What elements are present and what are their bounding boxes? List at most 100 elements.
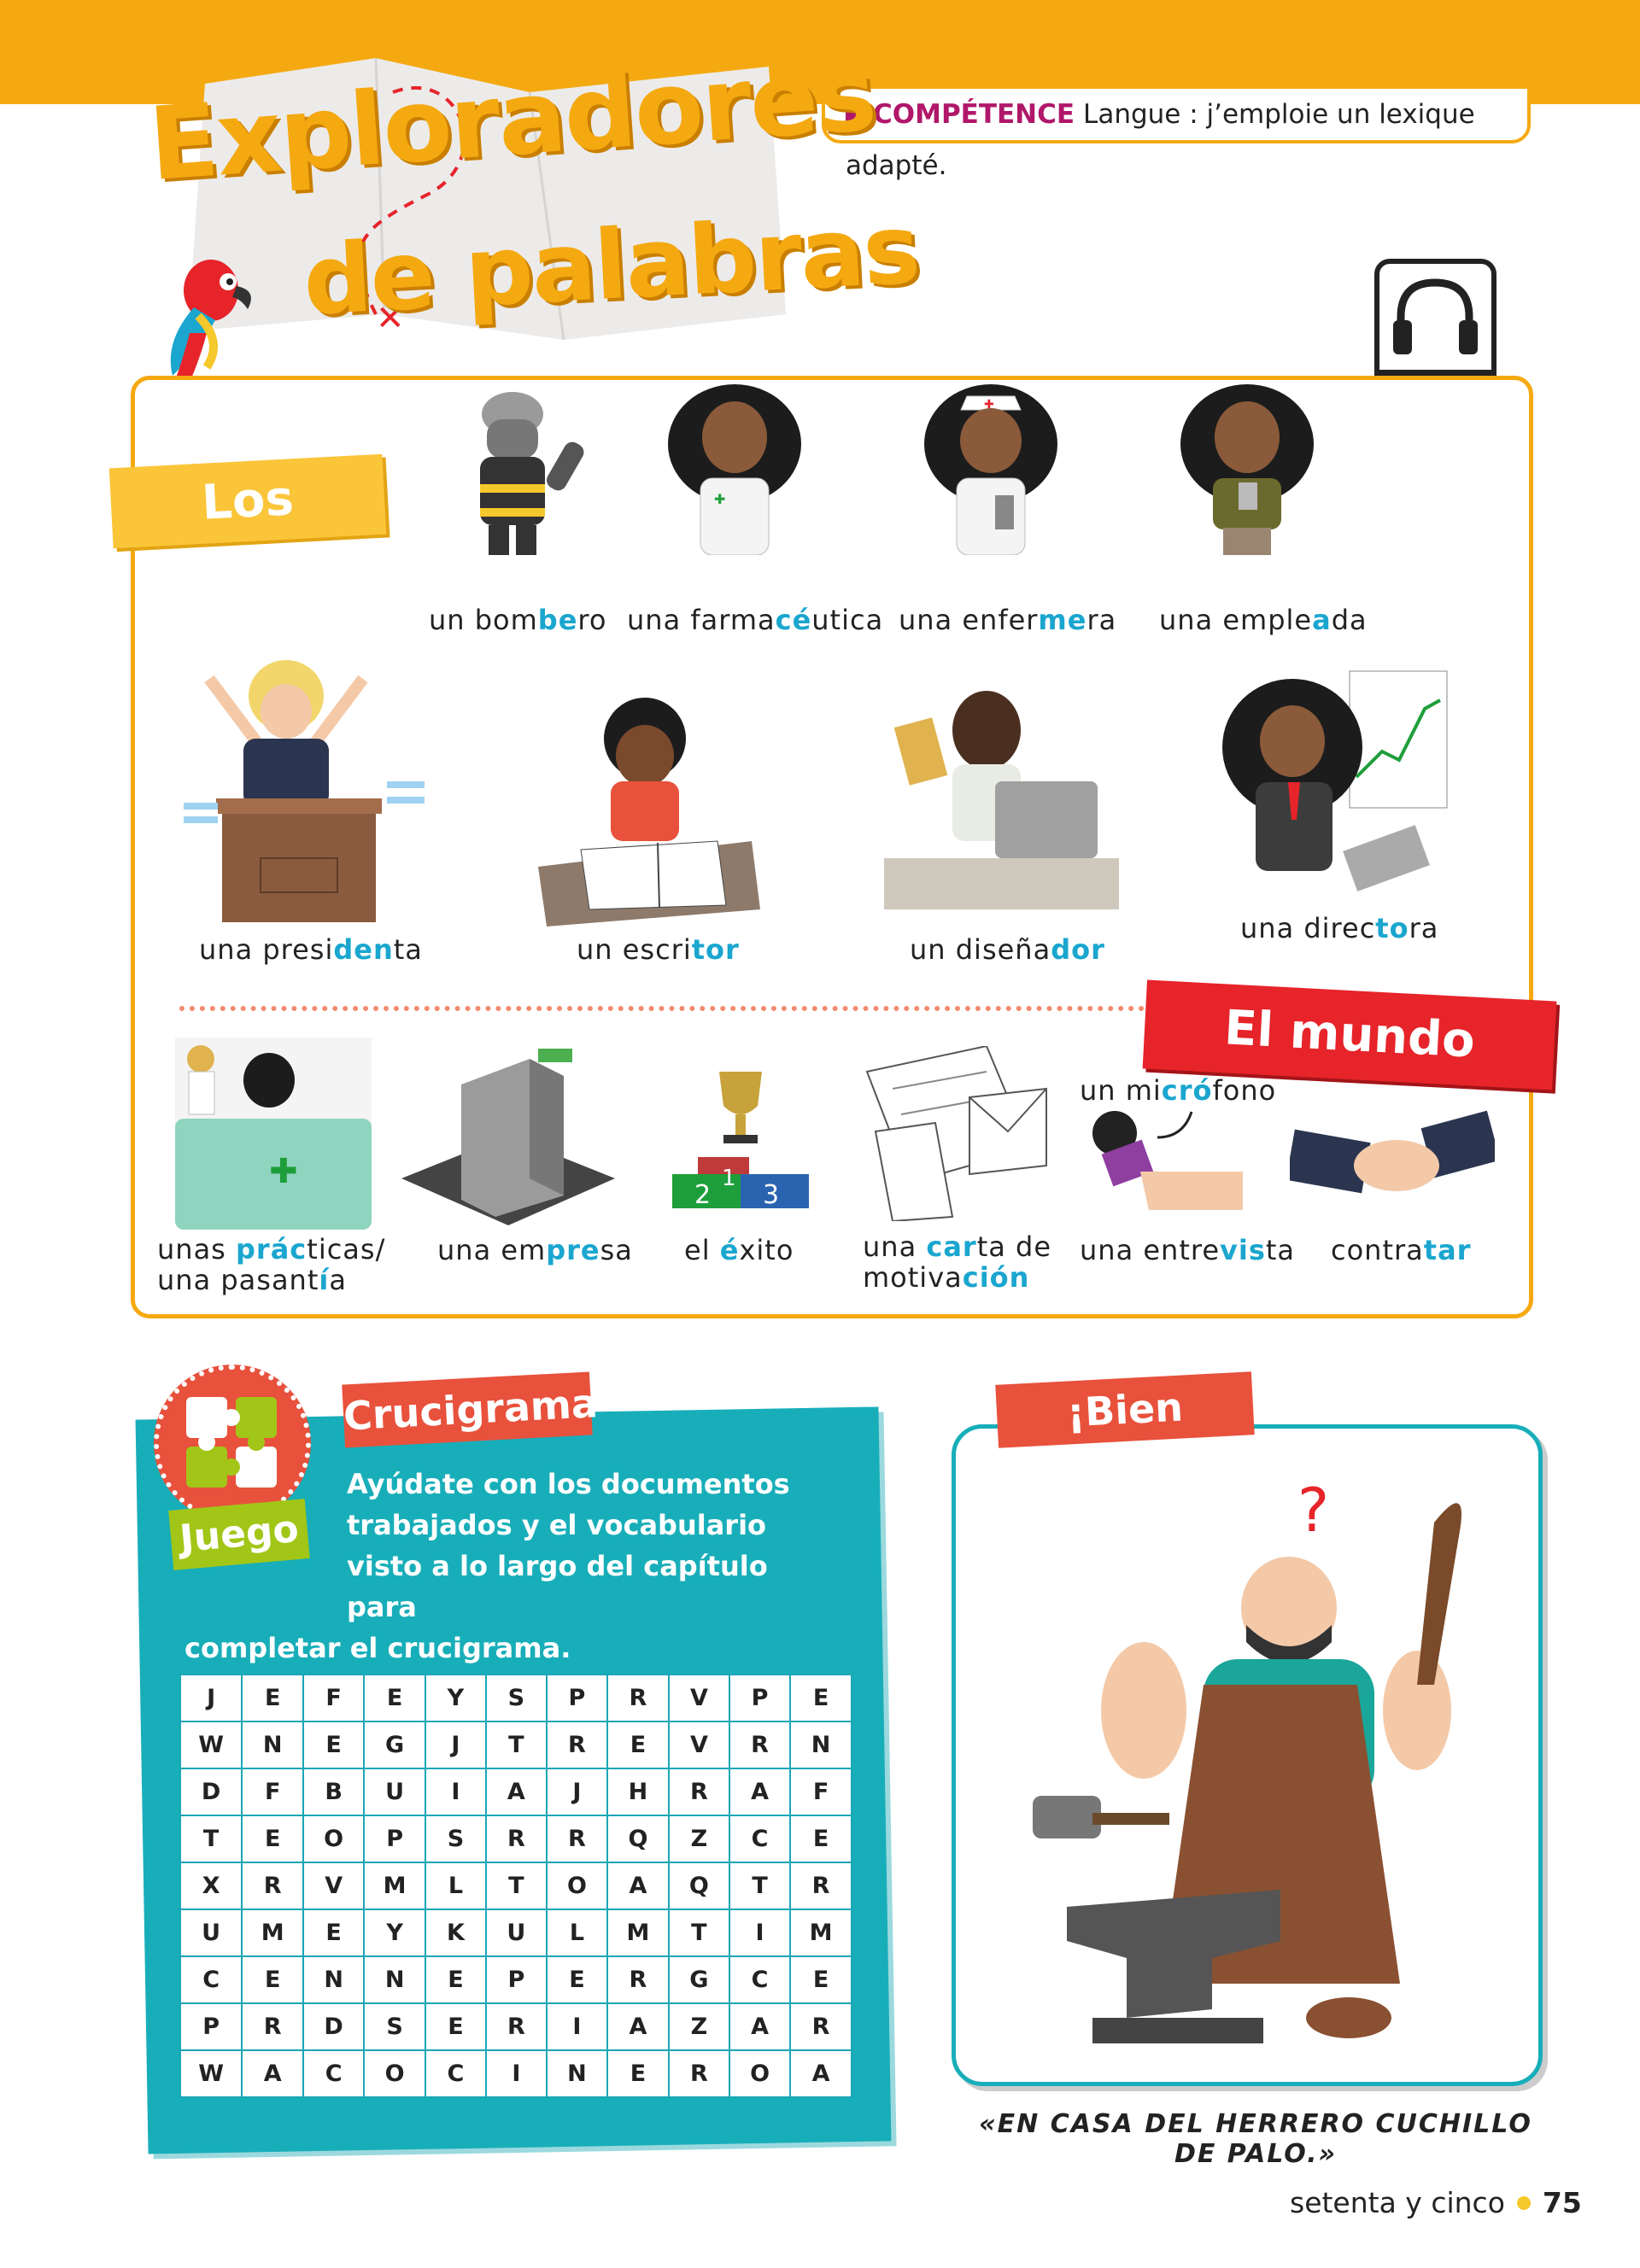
caption-farmaceutica: una farmacéutica (627, 604, 884, 636)
grid-cell: C (728, 1815, 792, 1863)
cover-letter-illustration (865, 1046, 1047, 1221)
grid-cell: P (545, 1674, 609, 1722)
president-illustration (184, 660, 425, 922)
director-illustration (1222, 670, 1448, 891)
caption-escritor: un escritor (577, 933, 740, 966)
page-footer: setenta y cinco 75 (1290, 2186, 1582, 2219)
grid-cell: Q (606, 1815, 670, 1863)
grid-cell: O (728, 2049, 792, 2098)
grid-cell: K (425, 1909, 487, 1957)
grid-cell: J (179, 1674, 243, 1722)
nurse-illustration: ✚ (924, 384, 1057, 555)
grid-cell: E (302, 1909, 366, 1957)
pharmacist-illustration: ✚ (668, 384, 801, 555)
grid-cell: Y (363, 1909, 427, 1957)
grid-cell: E (789, 1674, 852, 1722)
headphones-icon (1393, 278, 1478, 354)
internship-illustration: ✚ (175, 1038, 372, 1230)
grid-cell: Z (667, 2002, 730, 2051)
grid-cell: H (606, 1768, 670, 1816)
grid-cell: R (606, 1674, 670, 1722)
svg-text:2: 2 (694, 1180, 711, 1208)
grid-cell: E (241, 1815, 305, 1863)
grid-cell: U (179, 1909, 243, 1957)
grid-cell: E (606, 2049, 670, 2098)
grid-cell: E (241, 1674, 305, 1722)
bien-dicho-box: ? (952, 1424, 1543, 2086)
grid-cell: U (363, 1768, 427, 1816)
grid-cell: F (302, 1674, 366, 1722)
grid-cell: M (363, 1862, 427, 1910)
grid-cell: T (484, 1721, 548, 1769)
grid-cell: O (545, 1862, 609, 1910)
grid-cell: R (484, 2002, 548, 2051)
grid-cell: B (302, 1768, 366, 1816)
grid-cell: P (484, 1955, 548, 2004)
grid-row: CENNEPERGCE (179, 1955, 852, 2004)
grid-cell: R (789, 2002, 852, 2051)
blacksmith-illustration: ? (1033, 1476, 1461, 2043)
grid-cell: J (425, 1721, 487, 1769)
grid-cell: E (302, 1721, 366, 1769)
grid-cell: X (179, 1862, 243, 1910)
grid-cell: I (545, 2002, 609, 2051)
handshake-illustration (1290, 1110, 1495, 1194)
grid-cell: E (241, 1955, 305, 2004)
caption-directora: una directora (1240, 912, 1439, 944)
caption-microfono: un micrófono (1080, 1074, 1277, 1107)
grid-cell: P (363, 1815, 427, 1863)
grid-cell: R (241, 2002, 305, 2051)
grid-cell: N (545, 2049, 609, 2098)
grid-cell: O (302, 1815, 366, 1863)
grid-row: WACOCINEROA (179, 2049, 852, 2098)
grid-cell: I (425, 1768, 487, 1816)
grid-cell: C (425, 2049, 487, 2098)
word-search-grid: JEFEYSPRVPEWNEGJTREVRNDFBUIAJHRAFTEOPSRR… (179, 1674, 852, 2098)
grid-cell: E (789, 1955, 852, 2004)
grid-cell: W (179, 2049, 243, 2098)
grid-cell: S (363, 2002, 427, 2051)
instruction-line-2: trabajados y el vocabulario (347, 1509, 767, 1541)
grid-row: TEOPSRRQZCE (179, 1815, 852, 1863)
grid-cell: A (606, 2002, 670, 2051)
crucigrama-instructions: Ayúdate con los documentos trabajados y … (184, 1464, 834, 1669)
grid-cell: A (789, 2049, 852, 2098)
grid-cell: E (425, 2002, 487, 2051)
grid-cell: I (484, 2049, 548, 2098)
dotted-divider (179, 1006, 1145, 1011)
grid-cell: A (484, 1768, 548, 1816)
grid-row: PRDSERIAZAR (179, 2002, 852, 2051)
bien-dicho-title: ¡Bien dicho! (995, 1371, 1255, 1499)
grid-cell: D (302, 2002, 366, 2051)
company-building-illustration (401, 1049, 615, 1225)
grid-cell: R (241, 1862, 305, 1910)
instruction-line-4: completar el crucigrama. (184, 1632, 571, 1664)
grid-cell: C (728, 1955, 792, 2004)
grid-cell: U (484, 1909, 548, 1957)
caption-bombero: un bombero (429, 604, 607, 636)
caption-enfermera: una enfermera (899, 604, 1117, 636)
grid-cell: O (363, 2049, 427, 2098)
grid-cell: R (606, 1955, 670, 2004)
interview-microphone-illustration (1092, 1111, 1243, 1210)
grid-cell: J (545, 1768, 609, 1816)
grid-cell: Q (667, 1862, 730, 1910)
svg-text:?: ? (1297, 1476, 1329, 1546)
svg-text:3: 3 (763, 1180, 779, 1208)
competence-keyword: COMPÉTENCE (873, 99, 1075, 130)
instruction-line-3: visto a lo largo del capítulo para (347, 1550, 768, 1623)
oficios-label: Los oficios (108, 453, 387, 613)
grid-cell: L (545, 1909, 609, 1957)
svg-text:1: 1 (722, 1166, 736, 1191)
crucigrama-title: Crucigrama (342, 1371, 599, 1448)
grid-row: UMEYKULMTIM (179, 1909, 852, 1957)
grid-cell: F (241, 1768, 305, 1816)
grid-cell: R (545, 1815, 609, 1863)
caption-entrevista: una entrevista (1080, 1234, 1296, 1266)
grid-cell: E (789, 1815, 852, 1863)
caption-carta-motivacion: una carta de motivación (863, 1230, 1052, 1294)
grid-cell: N (302, 1955, 366, 2004)
grid-cell: M (789, 1909, 852, 1957)
proverb-quote: «EN CASA DEL HERRERO CUCHILLO DE PALO.» (979, 2109, 1532, 2169)
grid-row: JEFEYSPRVPE (179, 1674, 852, 1722)
